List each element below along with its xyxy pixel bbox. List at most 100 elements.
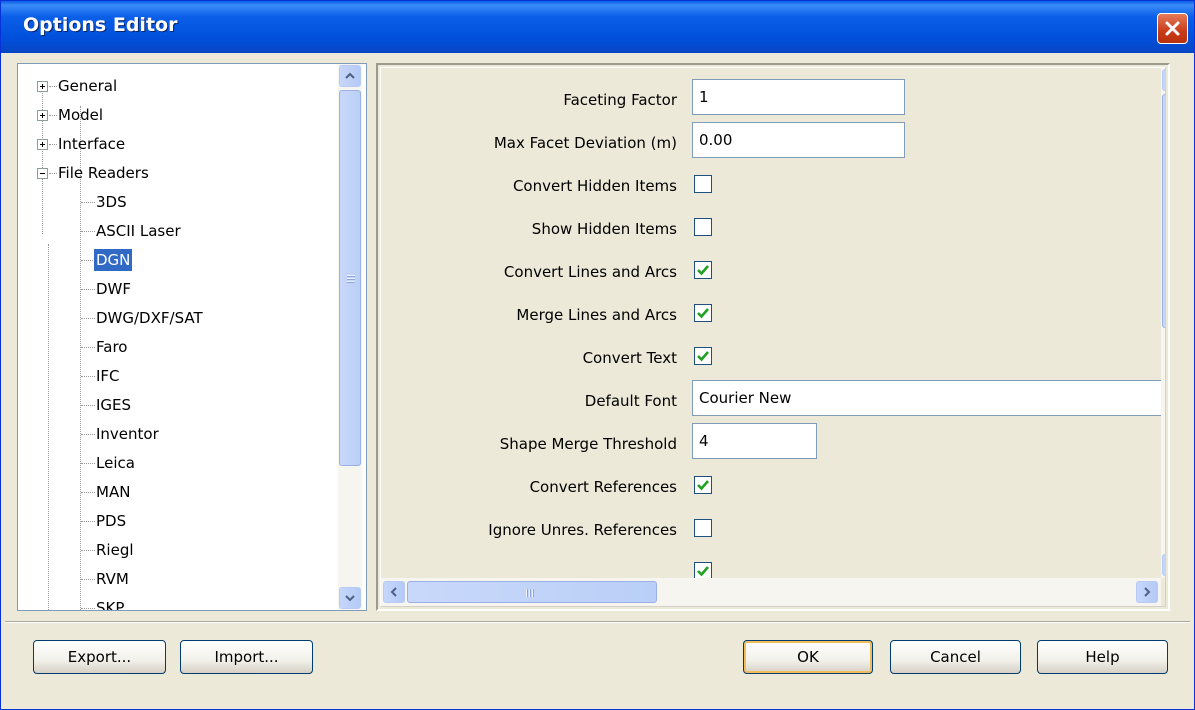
tree-node-general[interactable]: General bbox=[18, 72, 336, 101]
window-title: Options Editor bbox=[23, 14, 178, 36]
tree-node-dwg-dxf-sat[interactable]: DWG/DXF/SAT bbox=[18, 304, 336, 333]
tree-node-rvm[interactable]: RVM bbox=[18, 565, 336, 594]
tree-label: 3DS bbox=[96, 193, 127, 211]
tree-label: IGES bbox=[96, 396, 132, 414]
shape-merge-threshold-field[interactable]: 4 bbox=[692, 423, 817, 459]
tree-node-riegl[interactable]: Riegl bbox=[18, 536, 336, 565]
checkmark-icon bbox=[697, 480, 709, 491]
ignore-unres-references-checkbox[interactable] bbox=[694, 519, 712, 537]
faceting-factor-label: Faceting Factor bbox=[563, 91, 677, 109]
options-property-panel: Faceting Factor Max Facet Deviation (m) … bbox=[376, 63, 1170, 611]
cancel-button[interactable]: Cancel bbox=[890, 640, 1021, 674]
chevron-up-icon bbox=[345, 72, 355, 79]
export-button[interactable]: Export... bbox=[33, 640, 166, 674]
tree-node-ascii-laser[interactable]: ASCII Laser bbox=[18, 217, 336, 246]
tree-label: SKP bbox=[96, 599, 125, 610]
tree-label: MAN bbox=[96, 483, 131, 501]
faceting-factor-field[interactable]: 1 bbox=[692, 79, 905, 115]
default-font-label: Default Font bbox=[584, 392, 677, 410]
tree-node-leica[interactable]: Leica bbox=[18, 449, 336, 478]
options-vertical-scrollbar[interactable] bbox=[1161, 68, 1165, 578]
convert-hidden-items-label: Convert Hidden Items bbox=[512, 177, 677, 195]
tree-line bbox=[81, 202, 95, 203]
show-hidden-items-label: Show Hidden Items bbox=[531, 220, 677, 238]
tree-label: IFC bbox=[96, 367, 120, 385]
options-tree: General Model Interface File Readers 3DS… bbox=[18, 64, 336, 610]
tree-line bbox=[81, 289, 95, 290]
tree-line bbox=[81, 405, 95, 406]
checkmark-icon bbox=[697, 351, 709, 362]
tree-line bbox=[81, 608, 95, 609]
options-editor-window: Options Editor General Model Interface F… bbox=[0, 0, 1195, 710]
tree-label: DWF bbox=[96, 280, 132, 298]
chevron-right-icon bbox=[1144, 587, 1151, 597]
options-horizontal-scrollbar[interactable] bbox=[381, 578, 1161, 606]
tree-node-ifc[interactable]: IFC bbox=[18, 362, 336, 391]
convert-text-checkbox[interactable] bbox=[694, 347, 712, 365]
title-bar[interactable]: Options Editor bbox=[1, 1, 1194, 53]
max-facet-deviation-label: Max Facet Deviation (m) bbox=[493, 134, 677, 152]
chevron-down-icon bbox=[345, 595, 355, 602]
tree-node-skp[interactable]: SKP bbox=[18, 594, 336, 610]
tree-vertical-scrollbar[interactable] bbox=[338, 64, 362, 610]
merge-lines-arcs-checkbox[interactable] bbox=[694, 304, 712, 322]
tree-line bbox=[81, 231, 95, 232]
tree-label: RVM bbox=[96, 570, 129, 588]
tree-line bbox=[81, 579, 95, 580]
tree-node-faro[interactable]: Faro bbox=[18, 333, 336, 362]
max-facet-deviation-field[interactable]: 0.00 bbox=[692, 122, 905, 158]
tree-node-iges[interactable]: IGES bbox=[18, 391, 336, 420]
shape-merge-threshold-label: Shape Merge Threshold bbox=[499, 435, 677, 453]
scroll-up-button[interactable] bbox=[1162, 69, 1165, 91]
scroll-down-button[interactable] bbox=[339, 587, 361, 609]
tree-label-selected: DGN bbox=[94, 249, 133, 271]
scroll-thumb[interactable] bbox=[339, 90, 361, 466]
scroll-up-button[interactable] bbox=[339, 65, 361, 87]
tree-node-model[interactable]: Model bbox=[18, 101, 336, 130]
scroll-right-button[interactable] bbox=[1136, 581, 1158, 603]
scroll-thumb[interactable] bbox=[1162, 94, 1165, 328]
close-button[interactable] bbox=[1157, 13, 1188, 44]
tree-line bbox=[81, 463, 95, 464]
show-hidden-items-checkbox[interactable] bbox=[694, 218, 712, 236]
expand-plus-icon[interactable] bbox=[37, 81, 48, 92]
tree-label: Faro bbox=[96, 338, 128, 356]
tree-node-dgn[interactable]: DGN bbox=[18, 246, 336, 275]
scroll-down-button[interactable] bbox=[1162, 554, 1165, 576]
scroll-corner bbox=[1161, 578, 1165, 606]
convert-hidden-items-checkbox[interactable] bbox=[694, 175, 712, 193]
convert-references-checkbox[interactable] bbox=[694, 476, 712, 494]
import-button[interactable]: Import... bbox=[180, 640, 313, 674]
scroll-thumb[interactable] bbox=[407, 581, 657, 603]
collapse-minus-icon[interactable] bbox=[37, 168, 48, 179]
checkmark-icon bbox=[697, 265, 709, 276]
expand-plus-icon[interactable] bbox=[37, 110, 48, 121]
default-font-field[interactable]: Courier New bbox=[692, 380, 1162, 416]
help-button[interactable]: Help bbox=[1037, 640, 1168, 674]
tree-label: Inventor bbox=[96, 425, 159, 443]
tree-node-man[interactable]: MAN bbox=[18, 478, 336, 507]
ok-button[interactable]: OK bbox=[743, 640, 873, 674]
tree-label: File Readers bbox=[58, 164, 149, 182]
tree-label: Leica bbox=[96, 454, 135, 472]
expand-plus-icon[interactable] bbox=[37, 139, 48, 150]
tree-label: Riegl bbox=[96, 541, 134, 559]
tree-node-pds[interactable]: PDS bbox=[18, 507, 336, 536]
tree-label: DWG/DXF/SAT bbox=[96, 309, 203, 327]
tree-node-inventor[interactable]: Inventor bbox=[18, 420, 336, 449]
tree-node-dwf[interactable]: DWF bbox=[18, 275, 336, 304]
tree-label: Model bbox=[58, 106, 104, 124]
tree-node-file-readers[interactable]: File Readers bbox=[18, 159, 336, 188]
tree-line bbox=[81, 434, 95, 435]
tree-label: General bbox=[58, 77, 118, 95]
tree-line bbox=[81, 318, 95, 319]
convert-lines-arcs-label: Convert Lines and Arcs bbox=[503, 263, 677, 281]
convert-references-label: Convert References bbox=[529, 478, 677, 496]
convert-lines-arcs-checkbox[interactable] bbox=[694, 261, 712, 279]
options-tree-panel: General Model Interface File Readers 3DS… bbox=[17, 63, 367, 611]
scroll-left-button[interactable] bbox=[383, 581, 405, 603]
tree-node-3ds[interactable]: 3DS bbox=[18, 188, 336, 217]
tree-line bbox=[81, 260, 95, 261]
tree-node-interface[interactable]: Interface bbox=[18, 130, 336, 159]
tree-line bbox=[81, 376, 95, 377]
